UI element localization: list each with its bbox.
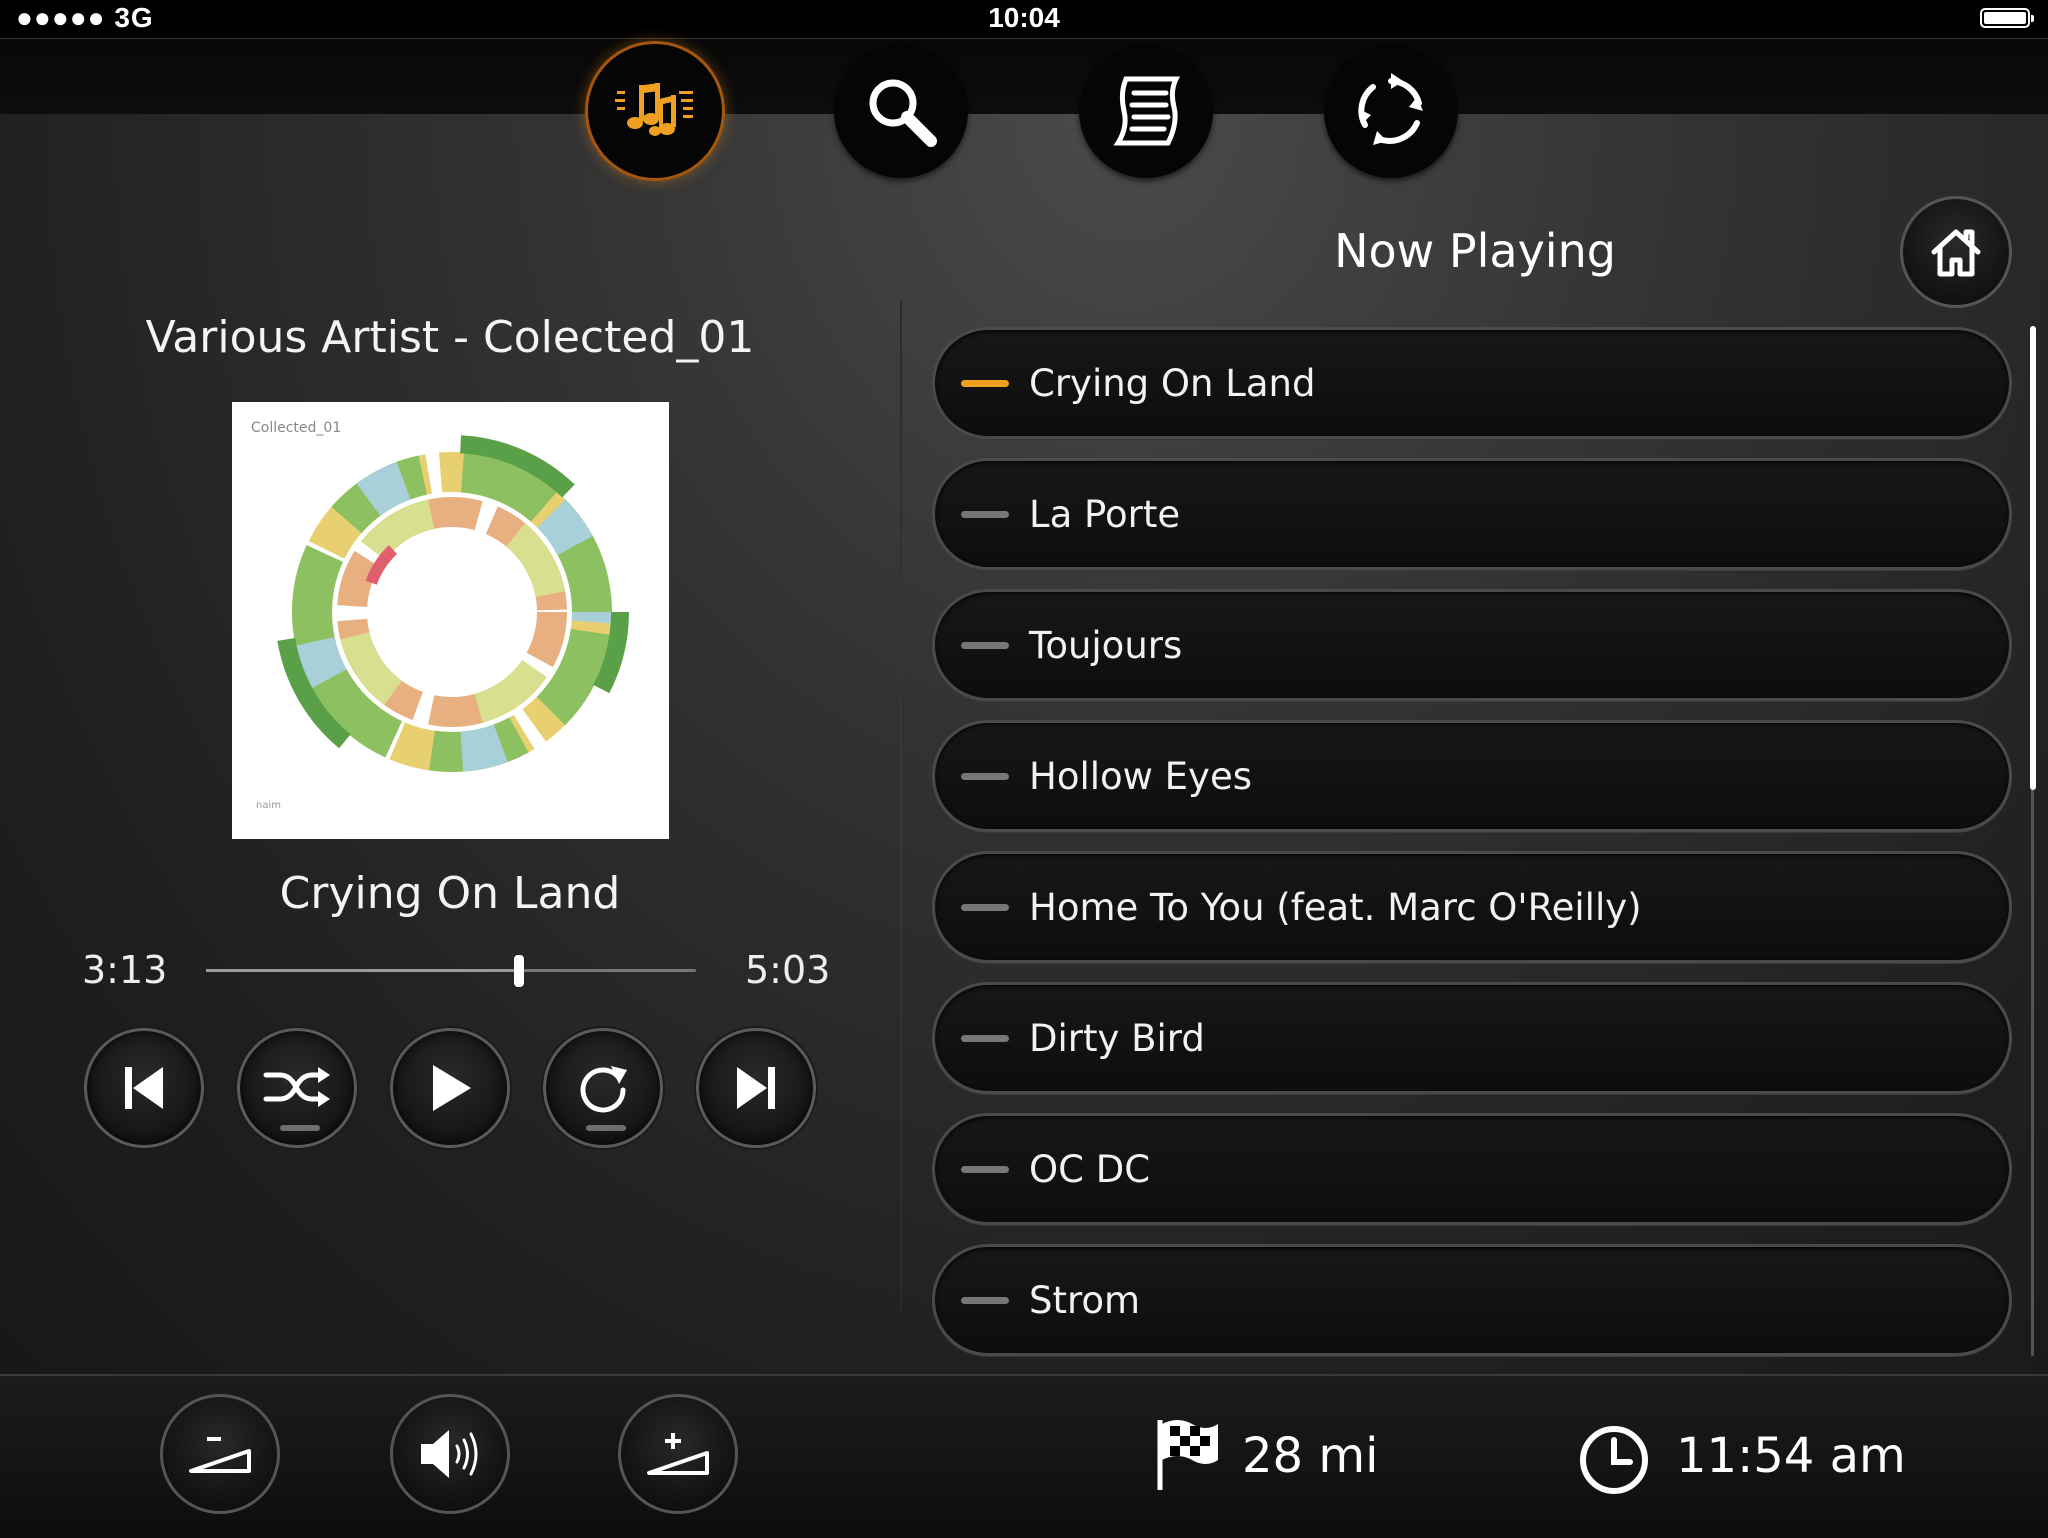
track-indicator [961,1297,1009,1304]
playlist-title: Now Playing [1334,224,1616,278]
track-indicator [961,511,1009,518]
top-nav-bar [0,38,2048,115]
volume-up-icon [647,1433,709,1475]
shuffle-indicator [280,1125,320,1131]
playlist-row[interactable]: OC DC [932,1113,2012,1225]
next-icon [737,1067,775,1109]
scroll-list-icon [1113,76,1181,146]
playlist-row[interactable]: Home To You (feat. Marc O'Reilly) [932,851,2012,963]
track-name: Toujours [1029,624,1183,667]
total-duration: 5:03 [745,948,831,992]
track-name: Home To You (feat. Marc O'Reilly) [1029,886,1642,929]
track-indicator [961,380,1009,387]
sync-icon [1358,73,1423,145]
track-indicator [961,1166,1009,1173]
next-button[interactable] [696,1028,816,1148]
progress-thumb[interactable] [514,955,525,987]
track-name: Hollow Eyes [1029,755,1252,798]
playlist-row[interactable]: Hollow Eyes [932,720,2012,832]
play-button[interactable] [390,1028,510,1148]
checkered-flag-icon [1157,1420,1218,1490]
clock-time: 11:54 am [1676,1428,1906,1484]
track-indicator [961,773,1009,780]
scrollbar-thumb[interactable] [2030,326,2036,790]
status-bar: ●●●●● 3G 10:04 [0,0,2048,38]
volume-down-icon [189,1437,251,1473]
album-art: Collected_01 naim [232,402,669,839]
home-icon [1931,229,1981,277]
nav-sync-button[interactable] [1324,44,1458,178]
previous-icon [125,1067,163,1109]
previous-button[interactable] [84,1028,204,1148]
nav-music-button[interactable] [588,44,722,178]
music-notes-icon [615,83,693,136]
shuffle-button[interactable] [237,1028,357,1148]
play-icon [433,1065,471,1111]
album-art-graphic [275,435,629,789]
speaker-icon [421,1430,478,1478]
home-button[interactable] [1900,196,2012,308]
track-name: OC DC [1029,1148,1151,1191]
repeat-icon [580,1066,627,1113]
playlist-row[interactable]: Crying On Land [932,327,2012,439]
bottom-bar: 28 mi 11:54 am [0,1374,2048,1538]
playlist-row[interactable]: Dirty Bird [932,982,2012,1094]
volume-up-button[interactable] [618,1394,738,1514]
track-name: Strom [1029,1279,1141,1322]
nav-playlist-button[interactable] [1079,44,1213,178]
track-name: Crying On Land [1029,362,1316,405]
track-name: Dirty Bird [1029,1017,1205,1060]
progress-fill [206,969,520,972]
search-icon [869,79,937,147]
shuffle-icon [263,1067,330,1107]
mute-button[interactable] [390,1394,510,1514]
battery-icon [1980,8,2034,28]
elapsed-time: 3:13 [82,948,168,992]
repeat-indicator [586,1125,626,1131]
album-art-logo: naim [256,800,281,811]
track-indicator [961,904,1009,911]
album-title: Various Artist - Colected_01 [145,312,755,363]
panel-divider [900,300,902,1310]
clock-icon [1580,1426,1648,1494]
current-track-title: Crying On Land [279,868,621,919]
progress-slider[interactable] [206,955,696,987]
volume-down-button[interactable] [160,1394,280,1514]
track-indicator [961,1035,1009,1042]
playlist-row[interactable]: Toujours [932,589,2012,701]
track-name: La Porte [1029,493,1181,536]
nav-search-button[interactable] [834,44,968,178]
track-indicator [961,642,1009,649]
playlist-row[interactable]: La Porte [932,458,2012,570]
status-time: 10:04 [988,2,1060,33]
repeat-button[interactable] [543,1028,663,1148]
playlist-row[interactable]: Strom [932,1244,2012,1356]
trip-distance: 28 mi [1242,1428,1379,1484]
